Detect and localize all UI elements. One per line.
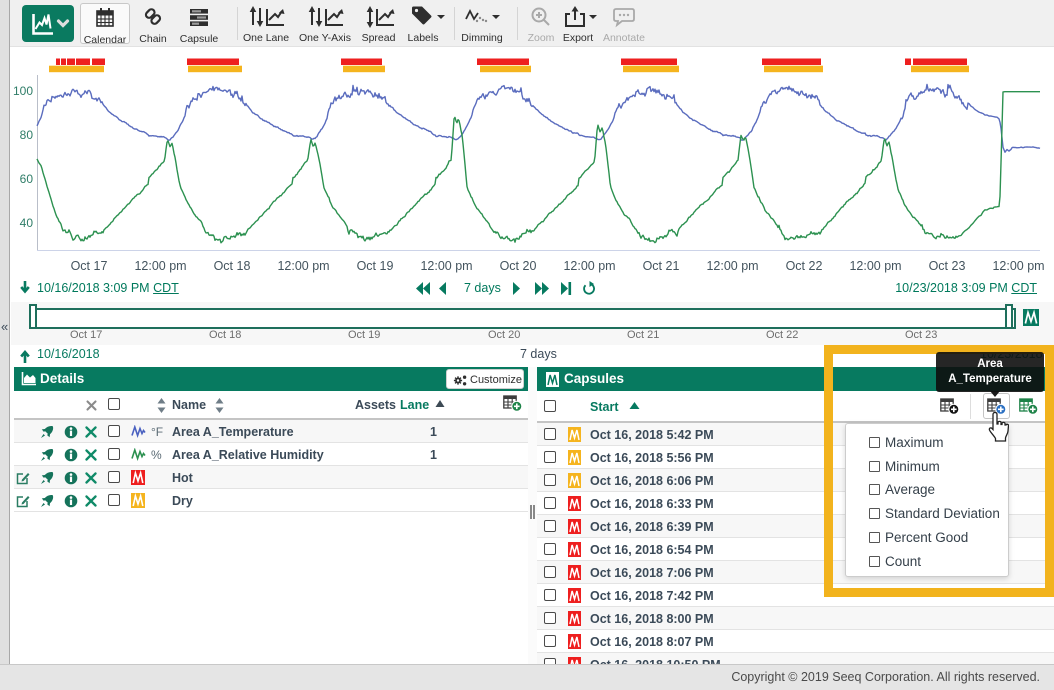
svg-text:12:00 pm: 12:00 pm <box>849 259 901 273</box>
svg-text:12:00 pm: 12:00 pm <box>277 259 329 273</box>
svg-text:12:00 pm: 12:00 pm <box>134 259 186 273</box>
svg-text:60: 60 <box>20 172 34 186</box>
svg-text:Oct 18: Oct 18 <box>214 259 251 273</box>
svg-text:80: 80 <box>20 128 34 142</box>
svg-text:12:00 pm: 12:00 pm <box>420 259 472 273</box>
svg-text:Oct 20: Oct 20 <box>500 259 537 273</box>
svg-text:12:00 pm: 12:00 pm <box>563 259 615 273</box>
svg-text:Oct 17: Oct 17 <box>71 259 108 273</box>
svg-text:Oct 23: Oct 23 <box>929 259 966 273</box>
svg-text:Oct 19: Oct 19 <box>357 259 394 273</box>
svg-text:40: 40 <box>20 216 34 230</box>
svg-text:Oct 22: Oct 22 <box>786 259 823 273</box>
svg-text:100: 100 <box>13 84 33 98</box>
svg-text:12:00 pm: 12:00 pm <box>706 259 758 273</box>
svg-text:12:00 pm: 12:00 pm <box>992 259 1044 273</box>
svg-text:Oct 21: Oct 21 <box>643 259 680 273</box>
